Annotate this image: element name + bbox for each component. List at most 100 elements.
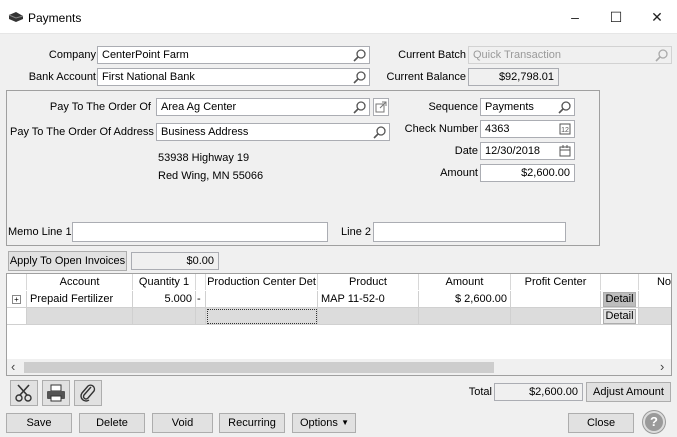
column-header-product[interactable]: Product (318, 274, 419, 290)
memo-line-2-input[interactable] (373, 222, 566, 242)
pay-to-address-label: Pay To The Order Of Address (10, 126, 154, 138)
current-balance-value: $92,798.01 (468, 68, 559, 86)
attach-button[interactable] (74, 380, 102, 406)
table-row[interactable]: Detail (7, 308, 671, 325)
cell-product[interactable]: MAP 11-52-0 (318, 291, 419, 308)
current-batch-label: Current Batch (398, 49, 466, 61)
payments-app-icon (8, 12, 24, 22)
paperclip-icon (80, 384, 96, 402)
address-line-1: 53938 Highway 19 (158, 152, 250, 164)
window-title: Payments (28, 11, 82, 25)
total-value: $2,600.00 (494, 383, 583, 401)
pay-to-order-field[interactable]: Area Ag Center (156, 98, 370, 116)
open-payee-button[interactable] (373, 98, 389, 116)
column-header-account[interactable]: Account (27, 274, 133, 290)
remove-line-button[interactable] (10, 380, 38, 406)
company-value: CenterPoint Farm (102, 49, 189, 61)
options-dropdown-button[interactable]: Options ▼ (292, 413, 356, 433)
chevron-down-icon: ▼ (341, 418, 349, 427)
cell-quantity[interactable]: 5.000 (133, 291, 196, 308)
date-label: Date (454, 145, 478, 157)
cell-dropdown[interactable]: - (196, 291, 206, 308)
cell-production-center-focused[interactable] (206, 308, 318, 325)
payment-lines-grid[interactable]: Account Quantity 1 Production Center Det… (6, 273, 672, 376)
number-picker-icon[interactable]: 12 (558, 122, 572, 136)
amount-field[interactable]: $2,600.00 (480, 164, 575, 182)
row-expander (7, 308, 27, 325)
column-header-notes[interactable]: No (639, 274, 671, 290)
horizontal-scrollbar[interactable]: ‹ › (7, 359, 671, 375)
cell-detail: Detail (601, 308, 639, 325)
void-button[interactable]: Void (152, 413, 213, 433)
cell-product[interactable] (318, 308, 419, 325)
pay-to-order-label: Pay To The Order Of (49, 101, 151, 113)
cell-profit-center[interactable] (511, 308, 601, 325)
save-button[interactable]: Save (6, 413, 72, 433)
date-field[interactable]: 12/30/2018 (480, 142, 575, 160)
scissors-icon (15, 384, 32, 402)
row-expander[interactable]: + (7, 291, 27, 308)
column-header-amount[interactable]: Amount (419, 274, 511, 290)
delete-button[interactable]: Delete (79, 413, 145, 433)
minimize-button[interactable]: – (555, 6, 595, 28)
svg-text:12: 12 (561, 127, 569, 134)
apply-to-open-invoices-button[interactable]: Apply To Open Invoices (8, 251, 127, 271)
expand-icon[interactable]: + (12, 295, 21, 304)
check-number-value: 4363 (485, 123, 510, 135)
memo-line-2-label: Line 2 (341, 226, 371, 238)
cell-notes[interactable] (639, 291, 671, 308)
column-header-quantity[interactable]: Quantity 1 (133, 274, 196, 290)
recurring-button[interactable]: Recurring (219, 413, 285, 433)
apply-amount-value: $0.00 (131, 252, 219, 270)
search-icon[interactable] (558, 100, 572, 114)
calendar-icon[interactable] (558, 144, 572, 158)
close-window-button[interactable]: ✕ (637, 6, 677, 28)
search-icon (655, 49, 668, 62)
maximize-button[interactable]: ☐ (596, 6, 636, 28)
search-icon[interactable] (353, 100, 367, 114)
check-number-label: Check Number (404, 123, 478, 135)
company-field[interactable]: CenterPoint Farm (97, 46, 370, 64)
pay-to-order-value: Area Ag Center (161, 101, 237, 113)
scrollbar-thumb[interactable] (24, 362, 494, 373)
pay-to-address-field[interactable]: Business Address (156, 123, 390, 141)
cell-dropdown[interactable] (196, 308, 206, 325)
detail-button[interactable]: Detail (603, 292, 636, 307)
table-row[interactable]: + Prepaid Fertilizer 5.000 - MAP 11-52-0… (7, 291, 671, 308)
scroll-left-arrow-icon[interactable]: ‹ (11, 359, 15, 375)
column-header-production-center[interactable]: Production Center Det (206, 274, 318, 290)
column-header-profit-center[interactable]: Profit Center (511, 274, 601, 290)
adjust-amount-button[interactable]: Adjust Amount (586, 382, 671, 402)
cell-account[interactable]: Prepaid Fertilizer (27, 291, 133, 308)
cell-profit-center[interactable] (511, 291, 601, 308)
grid-expander-header (7, 274, 27, 290)
bank-account-field[interactable]: First National Bank (97, 68, 370, 86)
title-bar: Payments – ☐ ✕ (0, 0, 677, 34)
open-link-icon (375, 101, 387, 113)
column-header-spacer (196, 274, 206, 290)
help-button[interactable]: ? (643, 411, 665, 433)
memo-line-1-label: Memo Line 1 (8, 226, 72, 238)
cell-amount[interactable] (419, 308, 511, 325)
cell-amount[interactable]: $ 2,600.00 (419, 291, 511, 308)
close-button[interactable]: Close (568, 413, 634, 433)
printer-icon (47, 384, 65, 402)
cell-account[interactable] (27, 308, 133, 325)
check-number-field[interactable]: 4363 12 (480, 120, 575, 138)
bank-account-value: First National Bank (102, 71, 195, 83)
memo-line-1-input[interactable] (72, 222, 328, 242)
total-label: Total (468, 386, 492, 398)
cell-notes[interactable] (639, 308, 671, 325)
scroll-right-arrow-icon[interactable]: › (660, 359, 664, 375)
company-label: Company (48, 49, 96, 61)
sequence-label: Sequence (428, 101, 478, 113)
detail-button[interactable]: Detail (603, 309, 636, 324)
date-value: 12/30/2018 (485, 145, 541, 157)
sequence-field[interactable]: Payments (480, 98, 575, 116)
cell-quantity[interactable] (133, 308, 196, 325)
print-button[interactable] (42, 380, 70, 406)
amount-label: Amount (440, 167, 478, 179)
cell-production-center[interactable] (206, 291, 318, 308)
options-label: Options (300, 417, 338, 429)
current-batch-value: Quick Transaction (473, 49, 562, 61)
